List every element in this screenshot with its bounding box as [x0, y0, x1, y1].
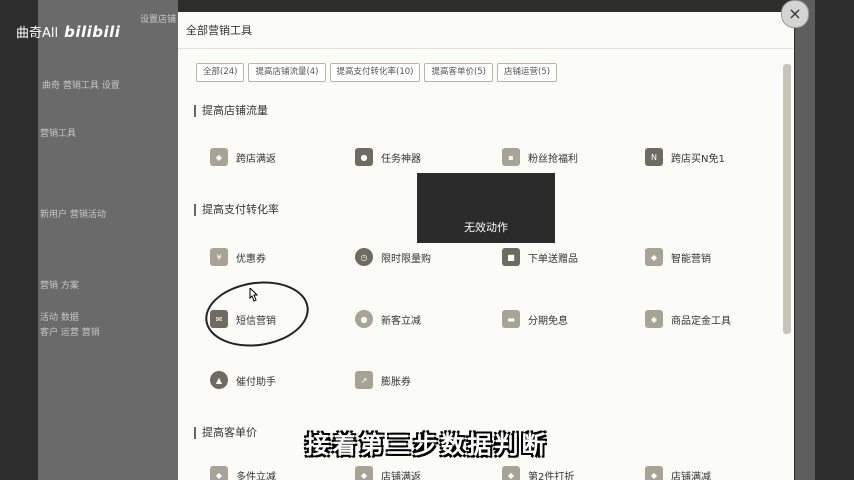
modal-header: 全部营销工具	[178, 12, 794, 49]
video-watermark: 曲奇All bilibili	[16, 22, 121, 42]
screen: 设置店铺 曲奇 营销工具 设置 营销工具 新用户 营销活动 营销 方案 活动 数…	[0, 0, 854, 480]
user-icon: ●	[355, 310, 373, 328]
close-button[interactable]: ×	[781, 0, 809, 28]
tag-icon: ◆	[645, 466, 663, 480]
background-text: 设置店铺	[140, 15, 177, 25]
tab-store-ops[interactable]: 店铺运营(5)	[497, 63, 558, 82]
background-text: 新用户 营销活动	[40, 210, 106, 220]
clock-icon: ◷	[355, 248, 373, 266]
tool-interest-free[interactable]: ▬ 分期免息	[502, 310, 568, 328]
background-text: 营销工具	[40, 129, 77, 139]
tool-label: 分期免息	[528, 315, 568, 327]
gift-bag-icon: ◆	[210, 148, 228, 166]
coupon-card-icon: ▪	[502, 148, 520, 166]
tab-traffic[interactable]: 提高店铺流量(4)	[248, 63, 326, 82]
tool-flash-sale[interactable]: ◷ 限时限量购	[355, 248, 431, 266]
tool-gift-with-order[interactable]: ■ 下单送赠品	[502, 248, 578, 266]
tool-store-full-reduction[interactable]: ◆ 店铺满减	[645, 466, 711, 480]
tool-payment-reminder[interactable]: ▲ 催付助手	[210, 371, 276, 389]
tool-coupon[interactable]: ¥ 优惠券	[210, 248, 266, 266]
background-right-panel	[795, 0, 815, 480]
tool-label: 新客立减	[381, 315, 421, 327]
tab-all[interactable]: 全部(24)	[196, 63, 245, 82]
section-title-traffic: 提高店铺流量	[194, 105, 268, 117]
hand-cursor-icon	[249, 288, 258, 302]
tool-task[interactable]: ● 任务神器	[355, 148, 421, 166]
toast-message: 无效动作	[417, 173, 555, 243]
background-text: 曲奇 营销工具 设置	[42, 81, 120, 91]
bilibili-logo: bilibili	[64, 22, 121, 41]
video-subtitle: 接着第三步数据判断	[305, 431, 549, 459]
tool-cross-store-cashback[interactable]: ◆ 跨店满返	[210, 148, 276, 166]
modal-scrollbar[interactable]	[783, 64, 791, 334]
section-title-conversion: 提高支付转化率	[194, 204, 279, 216]
safe-icon: ●	[355, 148, 373, 166]
bell-icon: ▲	[210, 371, 228, 389]
marketing-tools-modal: 全部营销工具	[178, 12, 794, 480]
tool-label: 优惠券	[236, 253, 266, 265]
tool-label: 下单送赠品	[528, 253, 578, 265]
ticket-icon: ↗	[355, 371, 373, 389]
tool-new-customer-discount[interactable]: ● 新客立减	[355, 310, 421, 328]
background-left-panel	[38, 0, 178, 480]
tool-label: 催付助手	[236, 376, 276, 388]
background-text: 客户 运营 营销	[40, 328, 100, 338]
tool-label: 跨店买N免1	[671, 153, 725, 165]
tag-icon: ◆	[210, 466, 228, 480]
background-text: 营销 方案	[40, 281, 79, 291]
tool-label: 膨胀券	[381, 376, 411, 388]
tool-label: 粉丝抢福利	[528, 153, 578, 165]
close-icon: ×	[788, 4, 802, 23]
tag-icon: ◆	[355, 466, 373, 480]
gift-icon: ■	[502, 248, 520, 266]
tool-label: 多件立减	[236, 471, 276, 480]
tool-second-item-discount[interactable]: ◆ 第2件打折	[502, 466, 574, 480]
bag-icon: ◆	[645, 248, 663, 266]
tool-label: 店铺满减	[671, 471, 711, 480]
tool-cross-store-n-free[interactable]: N 跨店买N免1	[645, 148, 725, 166]
tool-label: 跨店满返	[236, 153, 276, 165]
toast-text: 无效动作	[464, 221, 508, 234]
tool-multi-item-discount[interactable]: ◆ 多件立减	[210, 466, 276, 480]
tool-label: 限时限量购	[381, 253, 431, 265]
background-text: 活动 数据	[40, 313, 79, 323]
tag-icon: ◆	[502, 466, 520, 480]
category-tabs: 全部(24) 提高店铺流量(4) 提高支付转化率(10) 提高客单价(5) 店铺…	[196, 63, 558, 82]
tab-order-value[interactable]: 提高客单价(5)	[424, 63, 493, 82]
modal-title: 全部营销工具	[186, 24, 252, 37]
tab-conversion[interactable]: 提高支付转化率(10)	[329, 63, 421, 82]
tool-fan-benefit[interactable]: ▪ 粉丝抢福利	[502, 148, 578, 166]
tool-deposit[interactable]: ◆ 商品定金工具	[645, 310, 731, 328]
shopping-bag-icon: N	[645, 148, 663, 166]
coupon-icon: ¥	[210, 248, 228, 266]
tool-store-cashback[interactable]: ◆ 店铺满返	[355, 466, 421, 480]
tool-expanding-coupon[interactable]: ↗ 膨胀券	[355, 371, 411, 389]
tool-label: 任务神器	[381, 153, 421, 165]
tool-label: 店铺满返	[381, 471, 421, 480]
card-icon: ▬	[502, 310, 520, 328]
tool-smart-marketing[interactable]: ◆ 智能营销	[645, 248, 711, 266]
watermark-channel: 曲奇All	[16, 26, 59, 41]
tool-label: 商品定金工具	[671, 315, 731, 327]
tool-label: 智能营销	[671, 253, 711, 265]
bag-icon: ◆	[645, 310, 663, 328]
tool-label: 第2件打折	[528, 471, 575, 480]
